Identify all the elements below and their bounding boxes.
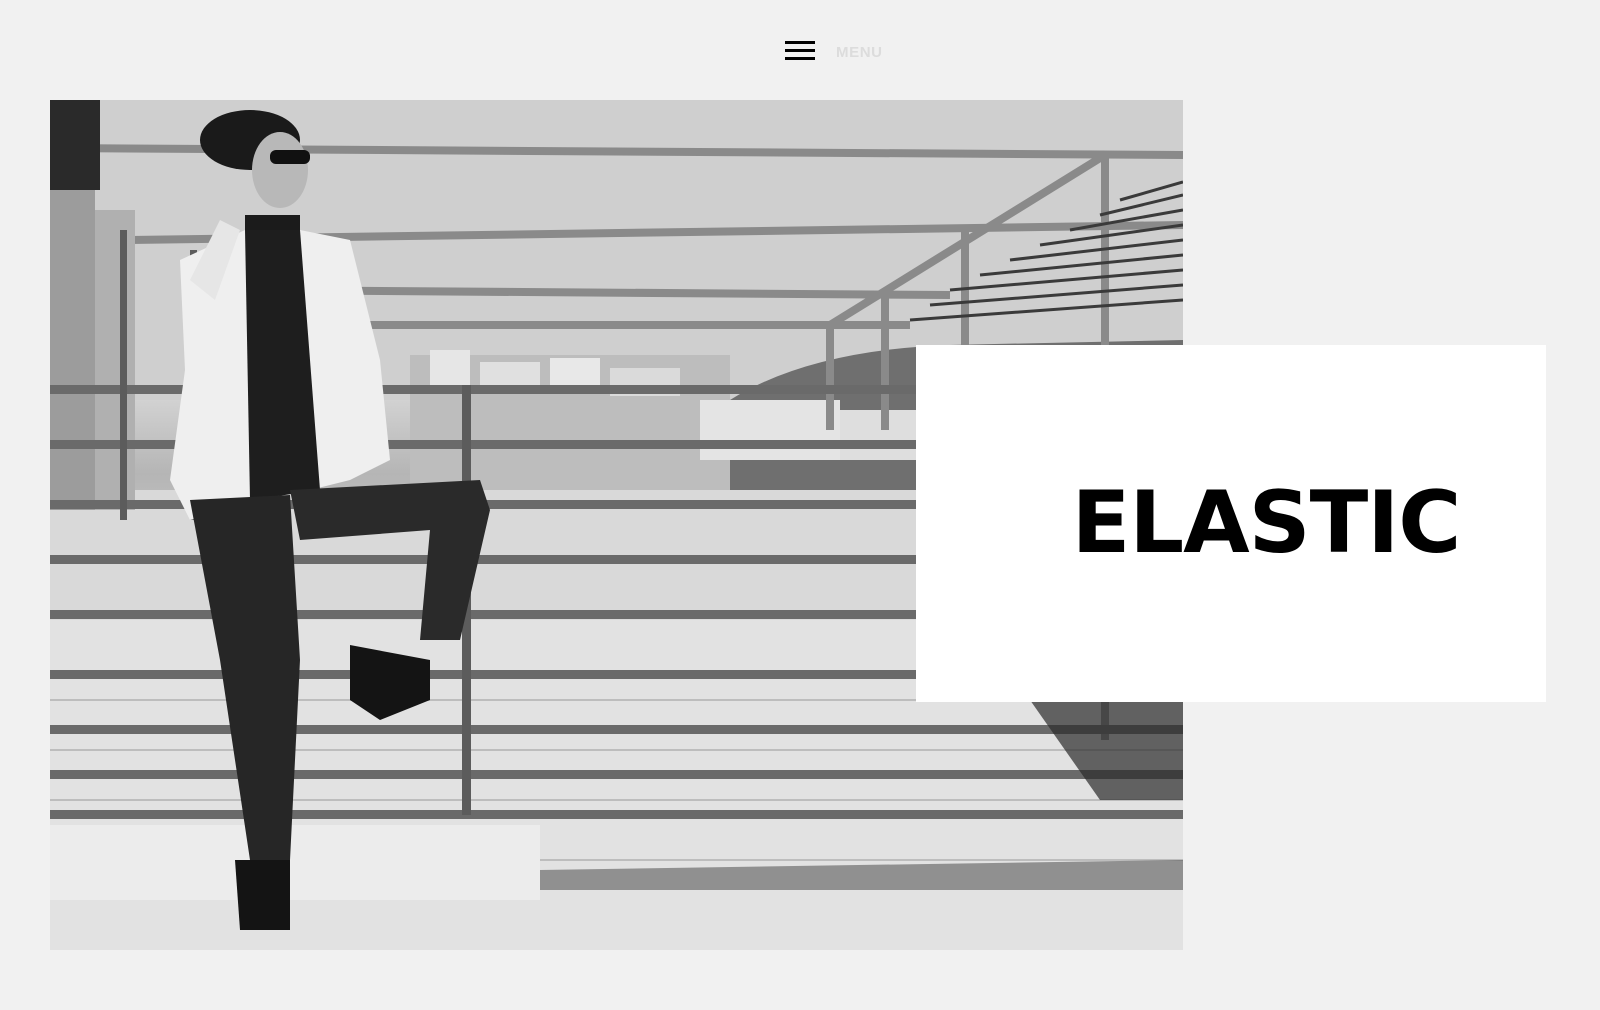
hamburger-icon bbox=[785, 41, 815, 63]
menu-label: MENU bbox=[836, 44, 883, 61]
site-title-card: ELASTIC bbox=[916, 345, 1546, 702]
top-navigation: MENU bbox=[0, 34, 1600, 70]
site-title[interactable]: ELASTIC bbox=[916, 345, 1546, 702]
menu-toggle-button[interactable]: MENU bbox=[780, 34, 890, 70]
